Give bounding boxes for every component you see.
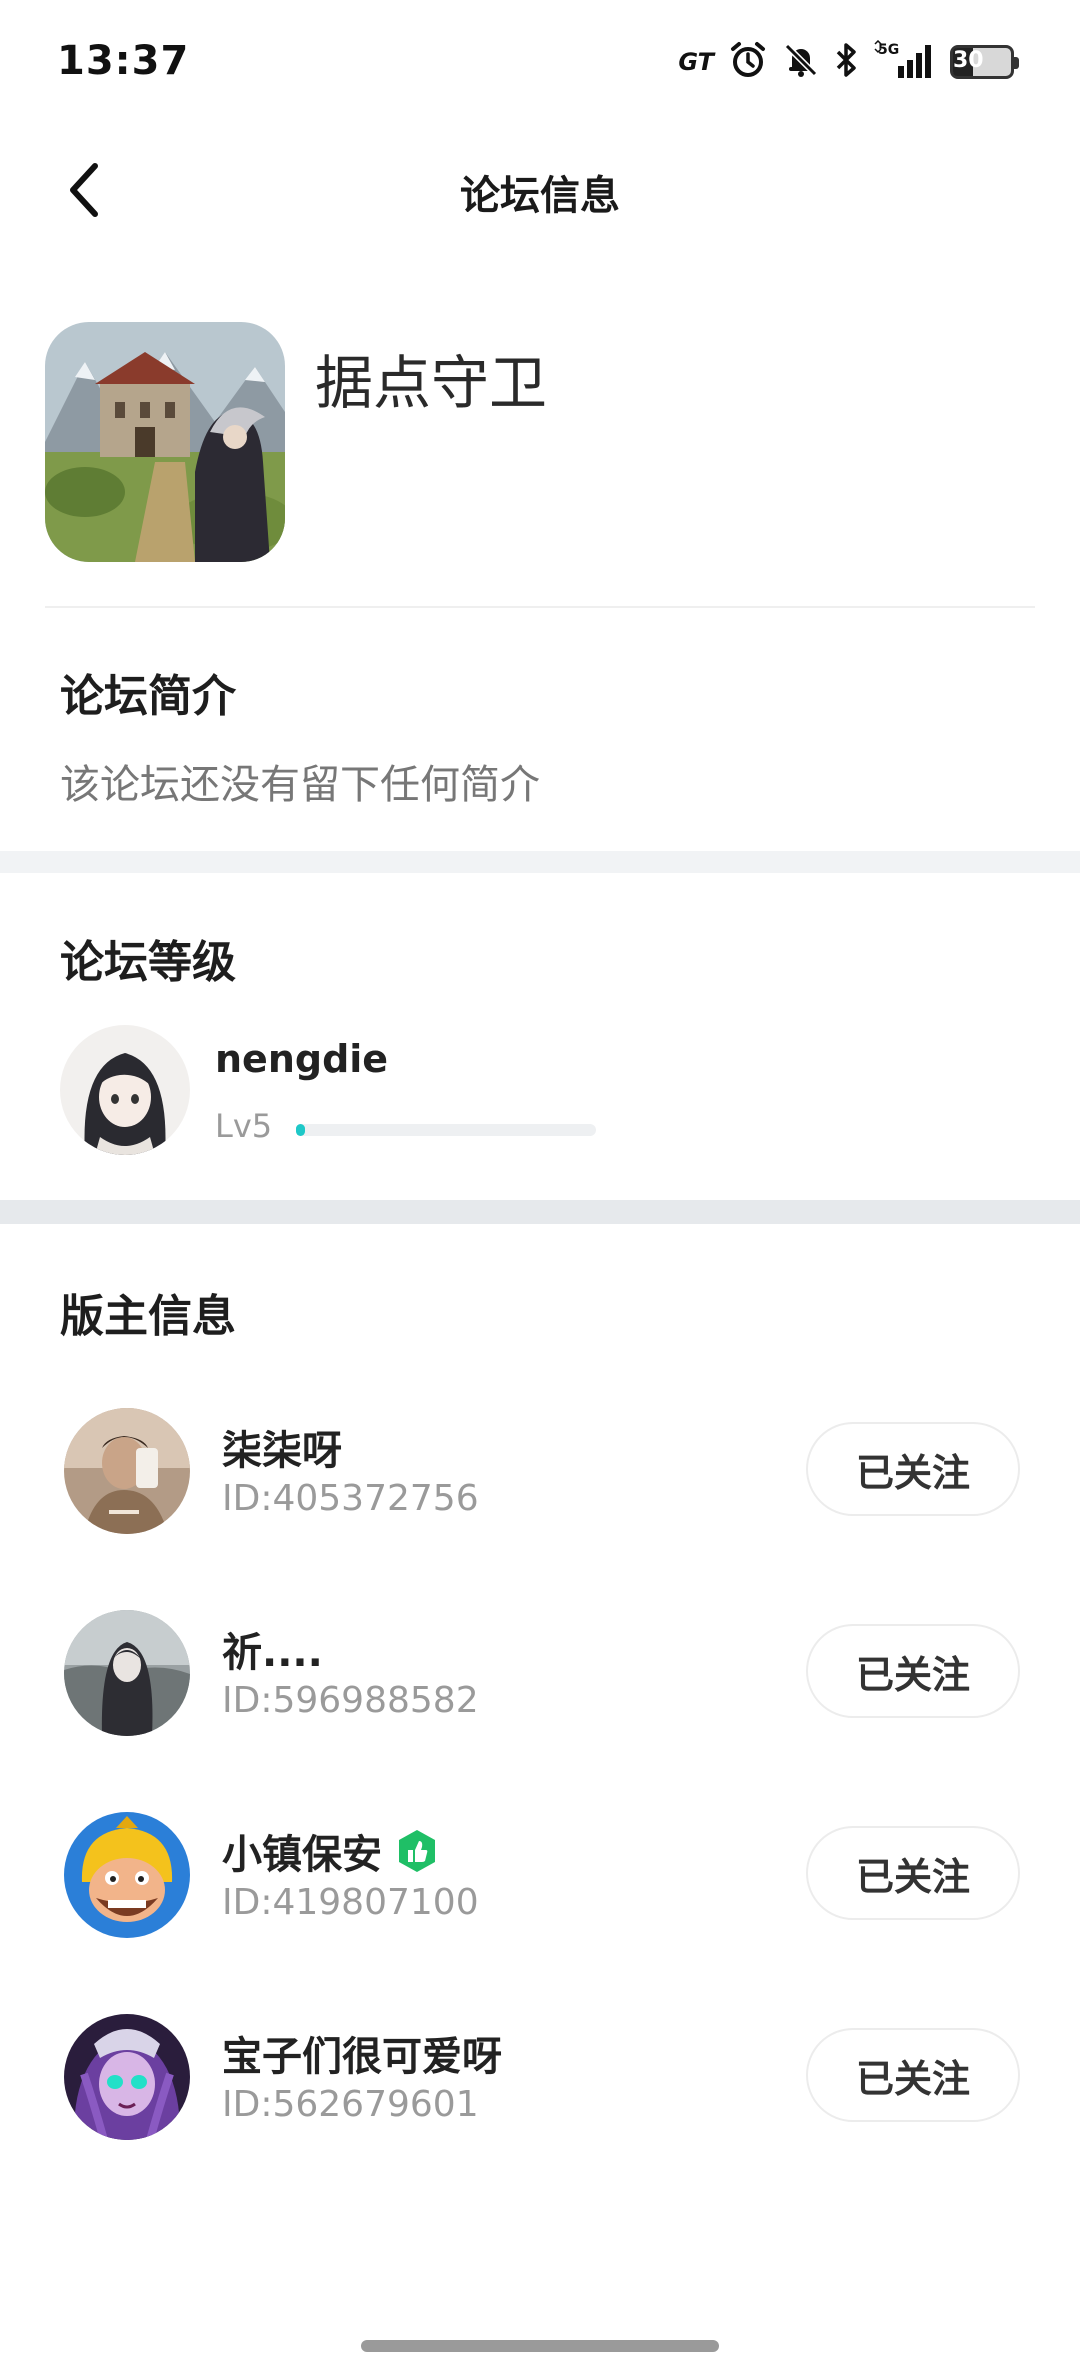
status-icons: GT 5G 30 xyxy=(678,38,1019,86)
battery-icon: 30 xyxy=(950,45,1019,79)
level-progress-bar xyxy=(296,1124,596,1136)
forum-icon xyxy=(45,322,285,562)
moderators-section-title: 版主信息 xyxy=(60,1291,236,1342)
followed-button[interactable]: 已关注 xyxy=(806,1422,1020,1516)
moderator-name: 小镇保安 xyxy=(222,1822,440,1880)
level-row[interactable]: nengdie Lv5 xyxy=(60,1025,1020,1165)
level-section-title: 论坛等级 xyxy=(60,937,236,988)
followed-button[interactable]: 已关注 xyxy=(806,1826,1020,1920)
moderator-row[interactable]: 柒柒呀 ID:405372756 已关注 xyxy=(60,1408,1020,1538)
page-title: 论坛信息 xyxy=(460,173,620,219)
avatar[interactable] xyxy=(64,1812,190,1938)
moderator-id: ID:405372756 xyxy=(222,1478,479,1519)
status-time: 13:37 xyxy=(57,38,190,84)
moderator-id: ID:562679601 xyxy=(222,2084,479,2125)
moderator-row[interactable]: 宝子们很可爱呀 ID:562679601 已关注 xyxy=(60,2014,1020,2144)
bluetooth-icon xyxy=(834,41,860,83)
moderator-name: 柒柒呀 xyxy=(222,1428,342,1474)
avatar[interactable] xyxy=(64,1610,190,1736)
moderator-row[interactable]: 祈.... ID:596988582 已关注 xyxy=(60,1610,1020,1740)
moderator-id: ID:596988582 xyxy=(222,1680,479,1721)
mute-bell-icon xyxy=(782,41,820,83)
forum-header: 据点守卫 xyxy=(45,322,1035,607)
moderator-row[interactable]: 小镇保安 ID:419807100 已关注 xyxy=(60,1812,1020,1942)
moderator-id: ID:419807100 xyxy=(222,1882,479,1923)
signal-5g-icon: 5G xyxy=(874,39,936,84)
followed-button[interactable]: 已关注 xyxy=(806,2028,1020,2122)
avatar[interactable] xyxy=(64,2014,190,2140)
avatar[interactable] xyxy=(64,1408,190,1534)
status-bar: 13:37 GT 5G 30 xyxy=(0,0,1080,125)
followed-button[interactable]: 已关注 xyxy=(806,1624,1020,1718)
level-user-name: nengdie xyxy=(215,1037,389,1081)
intro-text: 该论坛还没有留下任何简介 xyxy=(60,762,540,808)
section-separator xyxy=(0,1200,1080,1224)
divider xyxy=(45,606,1035,608)
svg-text:5G: 5G xyxy=(878,42,899,58)
moderator-name: 祈.... xyxy=(222,1630,323,1676)
home-indicator[interactable] xyxy=(361,2340,719,2352)
intro-section-title: 论坛简介 xyxy=(60,671,236,722)
moderator-name: 宝子们很可爱呀 xyxy=(222,2034,502,2080)
moderator-badge-icon xyxy=(394,1828,440,1874)
gt-mode-icon: GT xyxy=(678,48,714,76)
level-label: Lv5 xyxy=(215,1107,273,1145)
alarm-icon xyxy=(728,40,768,84)
level-progress-fill xyxy=(296,1124,305,1136)
avatar xyxy=(60,1025,190,1155)
nav-bar: 论坛信息 xyxy=(0,125,1080,255)
forum-name: 据点守卫 xyxy=(315,349,548,417)
battery-percent: 30 xyxy=(953,48,984,73)
section-separator xyxy=(0,851,1080,873)
